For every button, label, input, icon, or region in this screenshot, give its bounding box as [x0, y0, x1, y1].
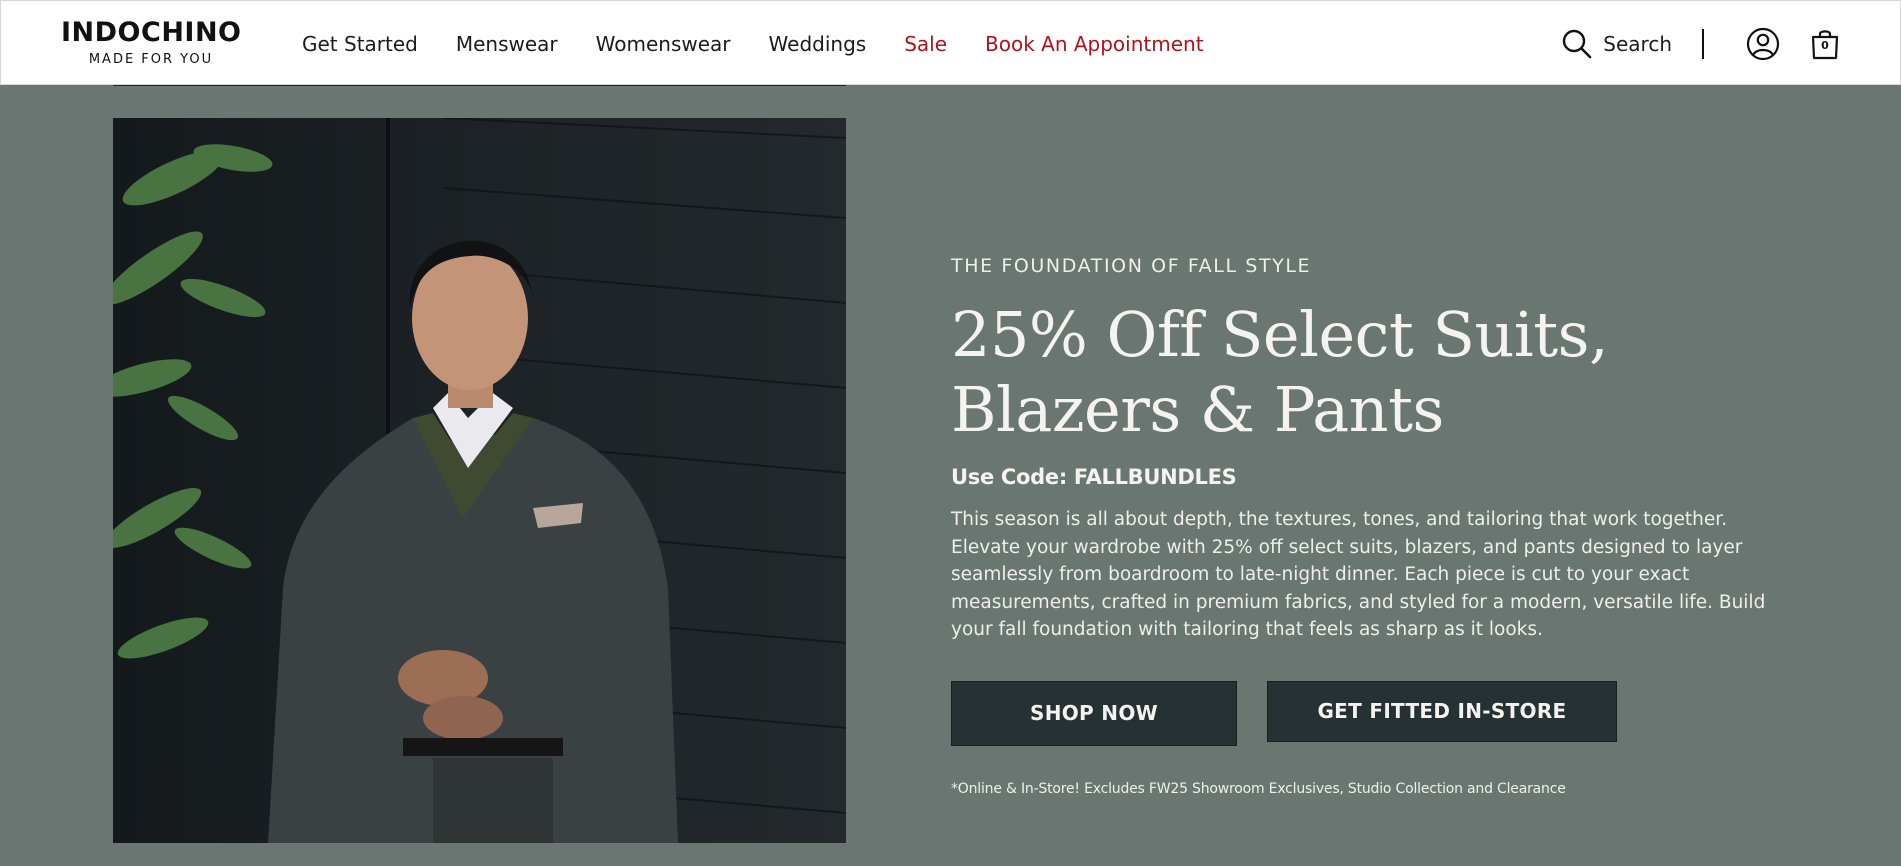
nav-sale[interactable]: Sale [904, 32, 947, 56]
promo-disclaimer: *Online & In-Store! Excludes FW25 Showro… [951, 780, 1566, 797]
promo-code: Use Code: FALLBUNDLES [951, 465, 1237, 489]
main-nav: Get Started Menswear Womenswear Weddings… [302, 1, 1242, 86]
hero-promo: THE FOUNDATION OF FALL STYLE 25% Off Sel… [951, 255, 1791, 797]
promo-buttons: SHOP NOW GET FITTED IN-STORE [951, 680, 1791, 746]
account-icon[interactable] [1746, 27, 1780, 61]
header-actions: Search 0 [1561, 1, 1840, 86]
hero-model-photo [113, 118, 846, 843]
nav-weddings[interactable]: Weddings [769, 32, 867, 56]
header-divider [1702, 28, 1704, 59]
search-icon [1561, 28, 1593, 60]
promo-eyebrow: THE FOUNDATION OF FALL STYLE [951, 255, 1312, 277]
get-fitted-button[interactable]: GET FITTED IN-STORE [1267, 680, 1617, 742]
shopping-bag-icon[interactable]: 0 [1810, 28, 1840, 60]
search-label: Search [1603, 31, 1672, 56]
shop-now-button[interactable]: SHOP NOW [951, 680, 1237, 746]
nav-menswear[interactable]: Menswear [456, 32, 558, 56]
nav-get-started[interactable]: Get Started [302, 32, 418, 56]
cart-count: 0 [1821, 38, 1829, 52]
promo-headline: 25% Off Select Suits, Blazers & Pants [951, 298, 1609, 446]
indochino-logo[interactable]: INDOCHINO MADE FOR YOU [61, 19, 241, 67]
site-header: INDOCHINO MADE FOR YOU Get Started Mensw… [0, 0, 1901, 85]
promo-description: This season is all about depth, the text… [951, 509, 1766, 640]
logo-tagline: MADE FOR YOU [88, 52, 214, 67]
search-button[interactable]: Search [1561, 28, 1672, 60]
nav-womenswear[interactable]: Womenswear [596, 32, 731, 56]
previous-section-edge [113, 85, 846, 86]
nav-book-appointment[interactable]: Book An Appointment [985, 32, 1204, 56]
logo-wordmark: INDOCHINO [61, 17, 242, 48]
